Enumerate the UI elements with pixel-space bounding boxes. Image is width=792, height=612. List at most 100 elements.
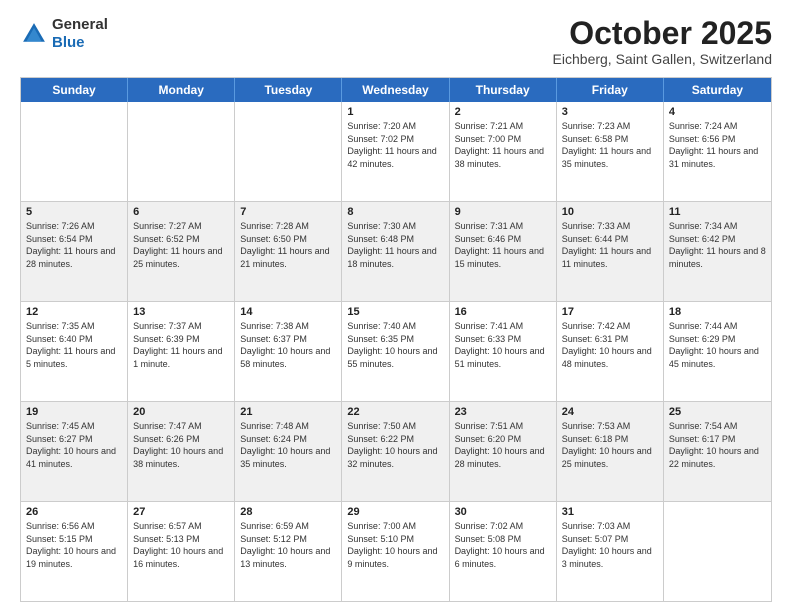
day-number: 27 xyxy=(133,506,229,518)
day-info: Sunrise: 7:31 AM Sunset: 6:46 PM Dayligh… xyxy=(455,220,551,270)
day-number: 18 xyxy=(669,306,766,318)
day-info: Sunrise: 7:51 AM Sunset: 6:20 PM Dayligh… xyxy=(455,420,551,470)
day-cell-27: 27 Sunrise: 6:57 AM Sunset: 5:13 PM Dayli… xyxy=(128,502,235,601)
week-row-3: 12 Sunrise: 7:35 AM Sunset: 6:40 PM Dayli… xyxy=(21,301,771,401)
day-cell-3: 3 Sunrise: 7:23 AM Sunset: 6:58 PM Daylig… xyxy=(557,102,664,201)
day-number: 31 xyxy=(562,506,658,518)
week-row-5: 26 Sunrise: 6:56 AM Sunset: 5:15 PM Dayli… xyxy=(21,501,771,601)
day-cell-15: 15 Sunrise: 7:40 AM Sunset: 6:35 PM Dayli… xyxy=(342,302,449,401)
calendar-body: 1Sunrise: 7:20 AM Sunset: 7:02 PM Daylig… xyxy=(21,102,771,601)
header: General Blue October 2025 Eichberg, Sain… xyxy=(20,16,772,67)
day-cell-14: 14 Sunrise: 7:38 AM Sunset: 6:37 PM Dayli… xyxy=(235,302,342,401)
day-number: 2 xyxy=(455,106,551,118)
day-cell-30: 30 Sunrise: 7:02 AM Sunset: 5:08 PM Dayli… xyxy=(450,502,557,601)
day-cell-23: 23 Sunrise: 7:51 AM Sunset: 6:20 PM Dayli… xyxy=(450,402,557,501)
day-cell-24: 24Sunrise: 7:53 AM Sunset: 6:18 PM Dayli… xyxy=(557,402,664,501)
day-info: Sunrise: 7:41 AM Sunset: 6:33 PM Dayligh… xyxy=(455,320,551,370)
day-number: 17 xyxy=(562,306,658,318)
day-info: Sunrise: 7:54 AM Sunset: 6:17 PM Dayligh… xyxy=(669,420,766,470)
day-info: Sunrise: 6:59 AM Sunset: 5:12 PM Dayligh… xyxy=(240,520,336,570)
day-info: Sunrise: 7:27 AM Sunset: 6:52 PM Dayligh… xyxy=(133,220,229,270)
day-cell-26: 26 Sunrise: 6:56 AM Sunset: 5:15 PM Dayli… xyxy=(21,502,128,601)
day-header-wednesday: Wednesday xyxy=(342,78,449,102)
day-number: 10 xyxy=(562,206,658,218)
day-number: 22 xyxy=(347,406,443,418)
day-info: Sunrise: 7:37 AM Sunset: 6:39 PM Dayligh… xyxy=(133,320,229,370)
day-info: Sunrise: 7:38 AM Sunset: 6:37 PM Dayligh… xyxy=(240,320,336,370)
logo-text: General Blue xyxy=(52,16,108,52)
day-info: Sunrise: 7:42 AM Sunset: 6:31 PM Dayligh… xyxy=(562,320,658,370)
day-header-sunday: Sunday xyxy=(21,78,128,102)
day-number: 21 xyxy=(240,406,336,418)
day-info: Sunrise: 7:26 AM Sunset: 6:54 PM Dayligh… xyxy=(26,220,122,270)
day-cell-11: 11Sunrise: 7:34 AM Sunset: 6:42 PM Dayli… xyxy=(664,202,771,301)
day-number: 23 xyxy=(455,406,551,418)
day-cell-6: 6 Sunrise: 7:27 AM Sunset: 6:52 PM Daylig… xyxy=(128,202,235,301)
day-cell-16: 16 Sunrise: 7:41 AM Sunset: 6:33 PM Dayli… xyxy=(450,302,557,401)
day-cell-empty-4-6 xyxy=(664,502,771,601)
day-info: Sunrise: 7:35 AM Sunset: 6:40 PM Dayligh… xyxy=(26,320,122,370)
logo-icon xyxy=(20,20,48,48)
day-number: 28 xyxy=(240,506,336,518)
day-number: 4 xyxy=(669,106,766,118)
page: General Blue October 2025 Eichberg, Sain… xyxy=(0,0,792,612)
day-header-saturday: Saturday xyxy=(664,78,771,102)
day-number: 16 xyxy=(455,306,551,318)
day-info: Sunrise: 7:24 AM Sunset: 6:56 PM Dayligh… xyxy=(669,120,766,170)
day-number: 30 xyxy=(455,506,551,518)
day-number: 26 xyxy=(26,506,122,518)
day-cell-18: 18 Sunrise: 7:44 AM Sunset: 6:29 PM Dayli… xyxy=(664,302,771,401)
day-cell-12: 12 Sunrise: 7:35 AM Sunset: 6:40 PM Dayli… xyxy=(21,302,128,401)
day-cell-5: 5Sunrise: 7:26 AM Sunset: 6:54 PM Daylig… xyxy=(21,202,128,301)
day-info: Sunrise: 7:02 AM Sunset: 5:08 PM Dayligh… xyxy=(455,520,551,570)
calendar: SundayMondayTuesdayWednesdayThursdayFrid… xyxy=(20,77,772,602)
day-number: 19 xyxy=(26,406,122,418)
day-info: Sunrise: 7:50 AM Sunset: 6:22 PM Dayligh… xyxy=(347,420,443,470)
day-info: Sunrise: 6:56 AM Sunset: 5:15 PM Dayligh… xyxy=(26,520,122,570)
day-number: 3 xyxy=(562,106,658,118)
day-info: Sunrise: 7:21 AM Sunset: 7:00 PM Dayligh… xyxy=(455,120,551,170)
day-info: Sunrise: 7:44 AM Sunset: 6:29 PM Dayligh… xyxy=(669,320,766,370)
day-info: Sunrise: 7:47 AM Sunset: 6:26 PM Dayligh… xyxy=(133,420,229,470)
day-number: 25 xyxy=(669,406,766,418)
day-cell-31: 31Sunrise: 7:03 AM Sunset: 5:07 PM Dayli… xyxy=(557,502,664,601)
day-number: 13 xyxy=(133,306,229,318)
day-info: Sunrise: 7:23 AM Sunset: 6:58 PM Dayligh… xyxy=(562,120,658,170)
calendar-header: SundayMondayTuesdayWednesdayThursdayFrid… xyxy=(21,78,771,102)
day-number: 11 xyxy=(669,206,766,218)
month-title: October 2025 xyxy=(553,16,772,51)
day-cell-10: 10Sunrise: 7:33 AM Sunset: 6:44 PM Dayli… xyxy=(557,202,664,301)
logo: General Blue xyxy=(20,16,108,52)
day-info: Sunrise: 6:57 AM Sunset: 5:13 PM Dayligh… xyxy=(133,520,229,570)
day-info: Sunrise: 7:20 AM Sunset: 7:02 PM Dayligh… xyxy=(347,120,443,170)
day-cell-20: 20Sunrise: 7:47 AM Sunset: 6:26 PM Dayli… xyxy=(128,402,235,501)
day-cell-22: 22 Sunrise: 7:50 AM Sunset: 6:22 PM Dayli… xyxy=(342,402,449,501)
day-header-thursday: Thursday xyxy=(450,78,557,102)
day-cell-empty-0-0 xyxy=(21,102,128,201)
week-row-1: 1Sunrise: 7:20 AM Sunset: 7:02 PM Daylig… xyxy=(21,102,771,201)
day-info: Sunrise: 7:00 AM Sunset: 5:10 PM Dayligh… xyxy=(347,520,443,570)
location-title: Eichberg, Saint Gallen, Switzerland xyxy=(553,51,772,67)
day-info: Sunrise: 7:48 AM Sunset: 6:24 PM Dayligh… xyxy=(240,420,336,470)
day-cell-28: 28 Sunrise: 6:59 AM Sunset: 5:12 PM Dayli… xyxy=(235,502,342,601)
day-cell-8: 8Sunrise: 7:30 AM Sunset: 6:48 PM Daylig… xyxy=(342,202,449,301)
day-number: 15 xyxy=(347,306,443,318)
day-number: 6 xyxy=(133,206,229,218)
day-number: 9 xyxy=(455,206,551,218)
day-cell-13: 13 Sunrise: 7:37 AM Sunset: 6:39 PM Dayli… xyxy=(128,302,235,401)
day-cell-empty-0-1 xyxy=(128,102,235,201)
title-block: October 2025 Eichberg, Saint Gallen, Swi… xyxy=(553,16,772,67)
day-cell-21: 21 Sunrise: 7:48 AM Sunset: 6:24 PM Dayli… xyxy=(235,402,342,501)
day-cell-25: 25 Sunrise: 7:54 AM Sunset: 6:17 PM Dayli… xyxy=(664,402,771,501)
day-cell-17: 17 Sunrise: 7:42 AM Sunset: 6:31 PM Dayli… xyxy=(557,302,664,401)
day-cell-29: 29 Sunrise: 7:00 AM Sunset: 5:10 PM Dayli… xyxy=(342,502,449,601)
day-cell-2: 2 Sunrise: 7:21 AM Sunset: 7:00 PM Daylig… xyxy=(450,102,557,201)
day-cell-1: 1Sunrise: 7:20 AM Sunset: 7:02 PM Daylig… xyxy=(342,102,449,201)
day-info: Sunrise: 7:30 AM Sunset: 6:48 PM Dayligh… xyxy=(347,220,443,270)
day-info: Sunrise: 7:40 AM Sunset: 6:35 PM Dayligh… xyxy=(347,320,443,370)
day-number: 14 xyxy=(240,306,336,318)
day-header-friday: Friday xyxy=(557,78,664,102)
day-cell-9: 9 Sunrise: 7:31 AM Sunset: 6:46 PM Daylig… xyxy=(450,202,557,301)
day-number: 12 xyxy=(26,306,122,318)
day-number: 29 xyxy=(347,506,443,518)
